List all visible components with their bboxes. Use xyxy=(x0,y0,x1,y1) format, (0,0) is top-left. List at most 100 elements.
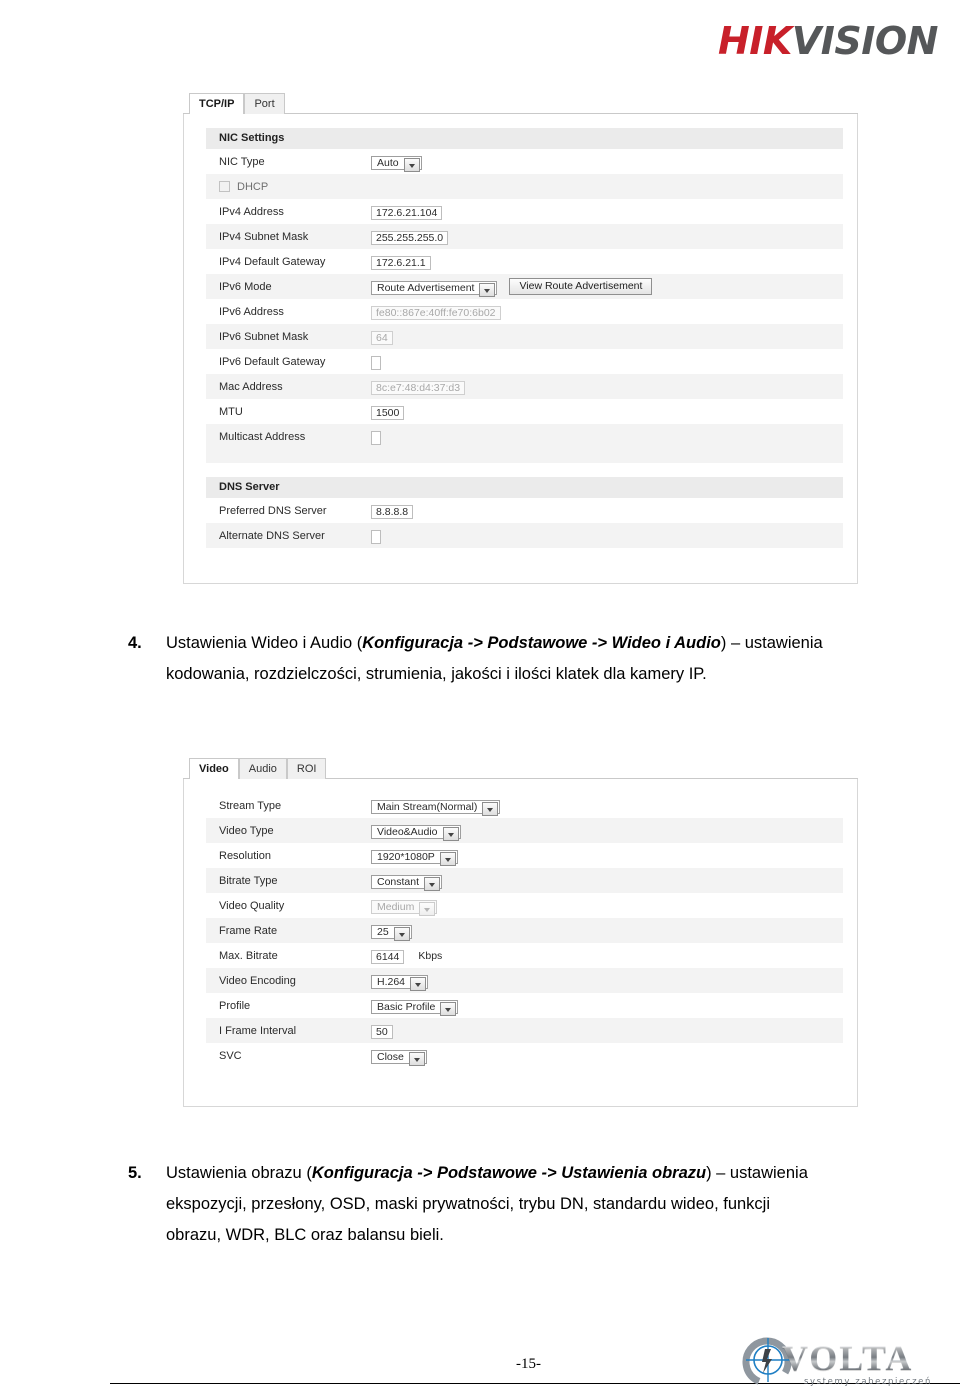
ctl-ipv4-default-gateway: 172.6.21.1 xyxy=(371,253,431,271)
input-ipv6-address: fe80::867e:40ff:fe70:6b02 xyxy=(371,305,501,320)
paragraph-5-run1: Ustawienia obrazu ( xyxy=(166,1164,312,1182)
select-profile-value: Basic Profile xyxy=(377,1000,436,1013)
row-max-bitrate: Max. Bitrate 6144 Kbps xyxy=(206,943,843,968)
input-preferred-dns[interactable]: 8.8.8.8 xyxy=(371,504,414,519)
unit-max-bitrate: Kbps xyxy=(418,949,443,962)
select-video-encoding[interactable]: H.264 xyxy=(371,974,429,991)
ctl-ipv6-default-gateway xyxy=(371,353,381,371)
ctl-ipv6-subnet-mask: 64 xyxy=(371,328,393,346)
tab-tcpip[interactable]: TCP/IP xyxy=(189,93,245,114)
chevron-down-icon[interactable] xyxy=(393,926,410,941)
select-video-quality-value: Medium xyxy=(377,900,415,913)
paragraph-5-bold: Konfiguracja -> Podstawowe -> Ustawienia… xyxy=(311,1164,707,1182)
ctl-video-quality: Medium xyxy=(371,897,438,916)
label-multicast-address: Multicast Address xyxy=(219,430,306,443)
row-ipv4-default-gateway: IPv4 Default Gateway 172.6.21.1 xyxy=(206,249,843,274)
input-ipv6-default-gateway[interactable] xyxy=(371,355,381,370)
select-nic-type[interactable]: Auto xyxy=(371,155,422,172)
select-svc[interactable]: Close xyxy=(371,1049,427,1066)
label-ipv4-subnet-mask: IPv4 Subnet Mask xyxy=(219,230,309,243)
row-stream-type: Stream Type Main Stream(Normal) xyxy=(206,793,843,818)
label-profile: Profile xyxy=(219,999,251,1012)
chevron-down-icon[interactable] xyxy=(408,1051,425,1066)
chevron-down-icon[interactable] xyxy=(440,1001,457,1016)
nic-settings-group: NIC Settings NIC Type Auto DHCP IPv4 Add… xyxy=(206,128,843,548)
checkbox-dhcp[interactable] xyxy=(219,181,230,192)
input-mac-address: 8c:e7:48:d4:37:d3 xyxy=(371,380,466,395)
label-alternate-dns: Alternate DNS Server xyxy=(219,529,325,542)
volta-wordmark: VOLTA xyxy=(782,1338,914,1378)
input-ipv4-default-gateway[interactable]: 172.6.21.1 xyxy=(371,255,431,270)
paragraph-4-text: Ustawienia Wideo i Audio (Konfiguracja -… xyxy=(166,628,828,690)
label-ipv6-subnet-mask: IPv6 Subnet Mask xyxy=(219,330,309,343)
tab-video[interactable]: Video xyxy=(189,758,239,779)
ctl-i-frame-interval: 50 xyxy=(371,1022,393,1040)
ctl-bitrate-type: Constant xyxy=(371,872,443,891)
label-resolution: Resolution xyxy=(219,849,271,862)
label-bitrate-type: Bitrate Type xyxy=(219,874,278,887)
paragraph-4: 4. Ustawienia Wideo i Audio (Konfiguracj… xyxy=(128,628,828,690)
select-frame-rate[interactable]: 25 xyxy=(371,924,412,941)
input-ipv4-address[interactable]: 172.6.21.104 xyxy=(371,205,443,220)
chevron-down-icon[interactable] xyxy=(410,976,427,991)
select-resolution-value: 1920*1080P xyxy=(377,850,435,863)
label-ipv4-address: IPv4 Address xyxy=(219,205,284,218)
nic-settings-band: NIC Settings xyxy=(206,128,843,149)
label-video-encoding: Video Encoding xyxy=(219,974,296,987)
input-mtu[interactable]: 1500 xyxy=(371,405,405,420)
row-ipv6-default-gateway: IPv6 Default Gateway xyxy=(206,349,843,374)
tab-roi[interactable]: ROI xyxy=(286,758,327,779)
chevron-down-icon[interactable] xyxy=(424,876,441,891)
input-alternate-dns[interactable] xyxy=(371,529,381,544)
ctl-alternate-dns xyxy=(371,527,381,545)
tab-port[interactable]: Port xyxy=(244,93,285,114)
label-video-type: Video Type xyxy=(219,824,274,837)
select-bitrate-type[interactable]: Constant xyxy=(371,874,443,891)
ctl-video-encoding: H.264 xyxy=(371,972,429,991)
row-i-frame-interval: I Frame Interval 50 xyxy=(206,1018,843,1043)
ctl-svc: Close xyxy=(371,1047,427,1066)
chevron-down-icon[interactable] xyxy=(442,826,459,841)
input-max-bitrate[interactable]: 6144 xyxy=(371,949,405,964)
select-profile[interactable]: Basic Profile xyxy=(371,999,459,1016)
row-ipv4-subnet-mask: IPv4 Subnet Mask 255.255.255.0 xyxy=(206,224,843,249)
select-nic-type-value: Auto xyxy=(377,156,399,169)
label-ipv6-mode: IPv6 Mode xyxy=(219,280,272,293)
ctl-mtu: 1500 xyxy=(371,403,405,421)
paragraph-5-text: Ustawienia obrazu (Konfiguracja -> Podst… xyxy=(166,1158,828,1251)
tcpip-tabbar: TCP/IP Port xyxy=(183,92,858,114)
select-video-encoding-value: H.264 xyxy=(377,975,406,988)
chevron-down-icon[interactable] xyxy=(403,157,420,172)
select-ipv6-mode[interactable]: Route Advertisement xyxy=(371,280,498,297)
video-tabbar: Video Audio ROI xyxy=(183,757,858,779)
input-ipv4-subnet-mask[interactable]: 255.255.255.0 xyxy=(371,230,449,245)
chevron-down-icon[interactable] xyxy=(482,801,499,816)
ctl-ipv6-mode: Route Advertisement xyxy=(371,278,498,297)
select-resolution[interactable]: 1920*1080P xyxy=(371,849,458,866)
row-preferred-dns: Preferred DNS Server 8.8.8.8 xyxy=(206,498,843,523)
label-ipv6-default-gateway: IPv6 Default Gateway xyxy=(219,355,326,368)
row-multicast-address: Multicast Address xyxy=(206,424,843,449)
page-number: -15- xyxy=(516,1356,541,1372)
input-i-frame-interval[interactable]: 50 xyxy=(371,1024,393,1039)
row-mac-address: Mac Address 8c:e7:48:d4:37:d3 xyxy=(206,374,843,399)
label-mac-address: Mac Address xyxy=(219,380,283,393)
chevron-down-icon[interactable] xyxy=(479,282,496,297)
ctl-preferred-dns: 8.8.8.8 xyxy=(371,502,414,520)
ctl-frame-rate: 25 xyxy=(371,922,412,941)
label-svc: SVC xyxy=(219,1049,242,1062)
select-svc-value: Close xyxy=(377,1050,404,1063)
select-video-type[interactable]: Video&Audio xyxy=(371,824,461,841)
chevron-down-icon[interactable] xyxy=(439,851,456,866)
select-stream-type-value: Main Stream(Normal) xyxy=(377,800,478,813)
input-multicast-address[interactable] xyxy=(371,430,381,445)
paragraph-4-run1: Ustawienia Wideo i Audio ( xyxy=(166,634,363,652)
select-stream-type[interactable]: Main Stream(Normal) xyxy=(371,799,501,816)
ctl-ipv6-address: fe80::867e:40ff:fe70:6b02 xyxy=(371,303,501,321)
tab-audio[interactable]: Audio xyxy=(238,758,287,779)
view-route-advertisement-button[interactable]: View Route Advertisement xyxy=(509,278,653,295)
label-ipv6-address: IPv6 Address xyxy=(219,305,284,318)
ctl-stream-type: Main Stream(Normal) xyxy=(371,797,501,816)
ctl-mac-address: 8c:e7:48:d4:37:d3 xyxy=(371,378,466,396)
hikvision-logo: HIKVISION xyxy=(718,22,939,60)
